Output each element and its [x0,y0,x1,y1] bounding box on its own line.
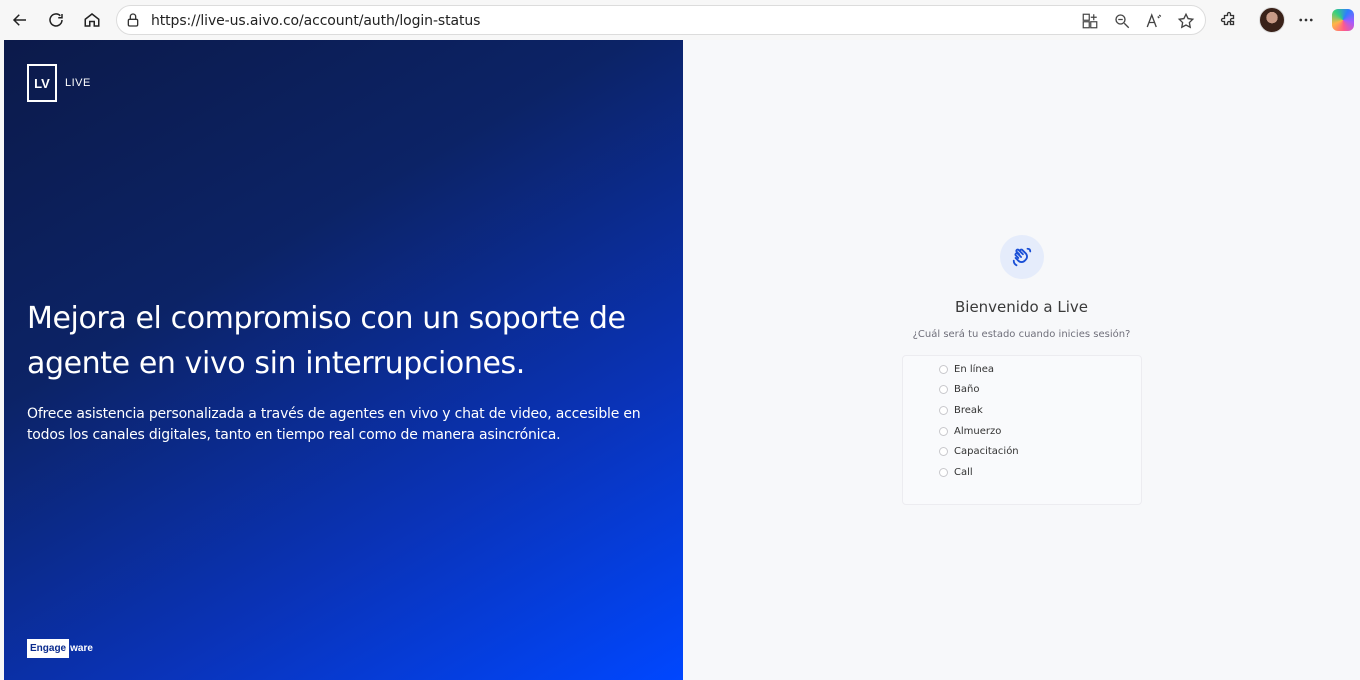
option-label: Almuerzo [954,425,1002,437]
status-option-en-linea[interactable]: En línea [939,361,994,377]
puzzle-icon [1220,11,1235,26]
address-bar[interactable]: https://live-us.aivo.co/account/auth/log… [116,5,1206,35]
radio-button[interactable] [939,405,948,415]
browser-toolbar: https://live-us.aivo.co/account/auth/log… [0,0,1360,40]
status-option-bano[interactable]: Baño [939,381,979,397]
option-label: En línea [954,363,995,375]
radio-button[interactable] [939,426,948,436]
extensions-button[interactable] [1218,9,1240,31]
radio-button[interactable] [939,446,948,456]
wave-hand-icon [1000,235,1044,279]
status-question: ¿Cuál será tu estado cuando inicies sesi… [912,329,1131,340]
status-option-call[interactable]: Call [939,464,973,480]
brand-part-1: Engage [27,638,70,658]
login-panel: Bienvenido a Live ¿Cuál será tu estado c… [683,40,1360,680]
refresh-icon [49,13,63,27]
back-button[interactable] [8,8,32,32]
refresh-button[interactable] [44,8,68,32]
radio-button[interactable] [939,384,948,394]
hero-panel: LV LIVE Mejora el compromiso con un sopo… [4,40,683,680]
page: LV LIVE Mejora el compromiso con un sopo… [4,40,1360,680]
logo-text: LIVE [65,77,91,89]
more-menu-button[interactable] [1295,9,1317,31]
logo-mark: LV [27,64,57,102]
option-label: Capacitación [954,445,1019,457]
lock-icon [127,13,139,27]
hero-description: Ofrece asistencia personalizada a través… [27,406,641,443]
radio-button[interactable] [939,364,948,374]
welcome-title: Bienvenido a Live [954,298,1089,316]
home-button[interactable] [80,8,104,32]
read-aloud-icon[interactable] [1145,12,1163,30]
hero-headline: Mejora el compromiso con un soporte de a… [27,301,626,381]
status-option-almuerzo[interactable]: Almuerzo [939,423,1001,439]
status-option-break[interactable]: Break [939,402,983,418]
arrow-left-icon [12,14,26,26]
app-available-icon[interactable] [1081,12,1099,30]
radio-button[interactable] [939,467,948,477]
brand-part-2: ware [70,642,93,654]
copilot-icon[interactable] [1332,9,1354,31]
profile-avatar[interactable] [1259,7,1285,33]
home-icon [84,13,100,27]
engageware-logo: Engage ware [27,637,93,659]
option-label: Baño [954,383,980,395]
more-dots-icon [1299,18,1313,22]
option-label: Break [954,404,983,416]
zoom-icon[interactable] [1113,12,1131,30]
option-label: Call [954,466,973,478]
favorite-star-icon[interactable] [1177,12,1195,30]
url-text[interactable]: https://live-us.aivo.co/account/auth/log… [151,13,480,29]
status-option-capacitacion[interactable]: Capacitación [939,443,1019,459]
status-options-card: En línea Baño Break Almuerzo Capacitació… [902,355,1142,505]
